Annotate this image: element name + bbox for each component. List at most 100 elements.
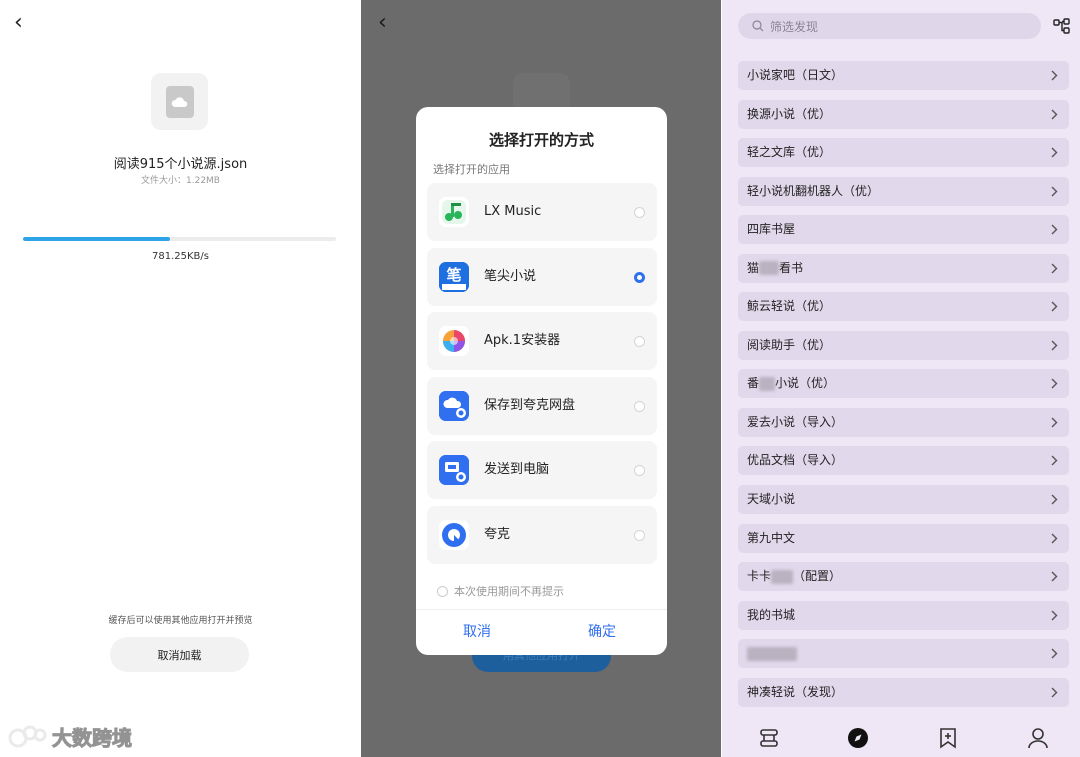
source-label-text: 我的书城 [747, 607, 796, 622]
lx-music-icon [439, 197, 469, 227]
app-list: LX Music 笔 笔尖小说 Apk.1安装器 保存到夸克网盘 发送到电脑 夸… [427, 183, 657, 570]
chevron-right-icon [1051, 301, 1058, 312]
dialog-cancel-button[interactable]: 取消 [463, 621, 491, 641]
bookmark-add-icon[interactable] [937, 727, 959, 749]
chevron-right-icon [1051, 494, 1058, 505]
bookshelf-icon[interactable] [758, 727, 780, 749]
source-list-item[interactable]: 轻小说机翻机器人（优） [738, 176, 1069, 206]
search-placeholder: 筛选发现 [770, 19, 819, 34]
blurred-text [747, 646, 797, 661]
chevron-right-icon [1051, 687, 1058, 698]
source-label: 换源小说（优） [747, 100, 831, 129]
profile-icon[interactable] [1027, 727, 1049, 749]
chevron-right-icon [1051, 455, 1058, 466]
radio-selected[interactable] [634, 271, 645, 283]
source-label: 第九中文 [747, 524, 795, 553]
chevron-right-icon [1051, 378, 1058, 389]
source-label-text: 看书 [779, 260, 804, 275]
download-progress-fill [23, 237, 171, 241]
source-list-item[interactable]: 番小说（优） [738, 369, 1069, 399]
source-label-text: 换源小说（优） [747, 106, 832, 121]
chevron-right-icon [1051, 263, 1058, 274]
source-list-item[interactable]: 天域小说 [738, 485, 1069, 515]
source-list-item[interactable]: 神凑轻说（发现） [738, 677, 1069, 707]
source-label-text: 爱去小说（导入） [747, 414, 844, 429]
discover-compass-icon[interactable] [847, 727, 869, 749]
source-list-item[interactable]: 阅读助手（优） [738, 330, 1069, 360]
source-label: 天域小说 [747, 485, 795, 514]
source-list-item[interactable]: 四库书屋 [738, 215, 1069, 245]
source-list-item[interactable]: 优品文档（导入） [738, 446, 1069, 476]
radio-unselected[interactable] [634, 336, 645, 347]
watermark-logo-icon [8, 725, 47, 747]
source-list-item[interactable]: 我的书城 [738, 600, 1069, 630]
source-label: 阅读助手（优） [747, 331, 831, 360]
source-list-item[interactable]: 小说家吧（日文） [738, 61, 1069, 90]
app-option-bijian-novel[interactable]: 笔 笔尖小说 [427, 247, 657, 306]
source-list-item[interactable]: 轻之文库（优） [738, 138, 1069, 168]
source-list-item[interactable]: 猫 看书 [738, 253, 1069, 283]
source-list-item[interactable]: 卡卡 （配置） [738, 562, 1069, 592]
radio-unselected[interactable] [634, 400, 645, 412]
search-input[interactable]: 筛选发现 [738, 13, 1041, 39]
cancel-load-button[interactable]: 取消加载 [110, 637, 249, 672]
source-list-item[interactable]: 换源小说（优） [738, 99, 1069, 129]
app-label: LX Music [484, 204, 542, 219]
source-label-text: 天域小说 [747, 492, 796, 507]
download-panel: ‹ 阅读915个小说源.json 文件大小：1.22MB 781.25KB/s … [0, 0, 361, 757]
source-label-text: 优品文档（导入） [747, 453, 844, 468]
source-label: 小说家吧（日文） [747, 61, 843, 90]
back-chevron-icon[interactable]: ‹ [14, 12, 23, 34]
group-tree-icon[interactable] [1053, 18, 1071, 34]
source-label: 轻之文库（优） [747, 138, 831, 167]
blurred-text [759, 376, 776, 391]
app-label: 保存到夸克网盘 [484, 397, 576, 413]
radio-unselected[interactable] [634, 529, 645, 541]
chevron-right-icon [1051, 109, 1058, 120]
chevron-right-icon [1051, 533, 1058, 544]
source-label [747, 639, 797, 668]
dont-remind-label: 本次使用期间不再提示 [454, 585, 564, 598]
chevron-right-icon [1051, 70, 1058, 81]
quark-icon [439, 519, 469, 550]
source-list-item[interactable]: 鲸云轻说（优） [738, 292, 1069, 322]
chevron-right-icon [1051, 610, 1058, 621]
source-list-item[interactable]: 爱去小说（导入） [738, 407, 1069, 437]
radio-unselected[interactable] [634, 465, 645, 476]
source-label-text: 鲸云轻说（优） [747, 299, 832, 314]
app-option-quark-cloud[interactable]: 保存到夸克网盘 [427, 376, 657, 435]
download-speed: 781.25KB/s [152, 251, 209, 262]
source-label: 我的书城 [747, 601, 795, 630]
dialog-title: 选择打开的方式 [488, 131, 594, 149]
radio-unselected[interactable] [634, 207, 645, 218]
dont-remind-checkbox[interactable]: 本次使用期间不再提示 [437, 583, 564, 599]
app-option-lx-music[interactable]: LX Music [427, 183, 657, 241]
source-list-item[interactable]: 第九中文 [738, 523, 1069, 553]
source-label: 番小说（优） [747, 369, 835, 398]
svg-text:笔: 笔 [446, 266, 461, 284]
source-label-text: 轻之文库（优） [747, 145, 832, 160]
chevron-right-icon [1051, 340, 1058, 351]
app-option-quark[interactable]: 夸克 [427, 505, 657, 564]
source-label: 爱去小说（导入） [747, 408, 843, 437]
source-label: 鲸云轻说（优） [747, 292, 831, 321]
cache-hint-text: 缓存后可以使用其他应用打开并预览 [108, 616, 253, 626]
chevron-right-icon [1051, 186, 1058, 197]
chevron-right-icon [1051, 648, 1058, 659]
app-option-apk-installer[interactable]: Apk.1安装器 [427, 312, 657, 370]
source-label: 四库书屋 [747, 215, 795, 244]
app-option-send-to-pc[interactable]: 发送到电脑 [427, 441, 657, 499]
dialog-confirm-button[interactable]: 确定 [588, 621, 616, 641]
source-list: 小说家吧（日文） 换源小说（优） 轻之文库（优） 轻小说机翻机器人（优） 四库书屋猫 看书… [738, 61, 1069, 716]
blurred-text [759, 261, 780, 276]
back-chevron-icon[interactable]: ‹ [378, 12, 387, 34]
chevron-right-icon [1051, 417, 1058, 428]
source-label-text: 四库书屋 [747, 222, 796, 237]
source-label-text: 第九中文 [747, 530, 796, 545]
source-list-item[interactable] [738, 639, 1069, 669]
download-progress-bar [23, 237, 336, 241]
source-label-text: 轻小说机翻机器人（优） [747, 183, 880, 198]
source-label: 轻小说机翻机器人（优） [747, 177, 879, 206]
source-label-text: 神凑轻说（发现） [747, 684, 844, 699]
source-label-text: 卡卡 [747, 569, 772, 584]
